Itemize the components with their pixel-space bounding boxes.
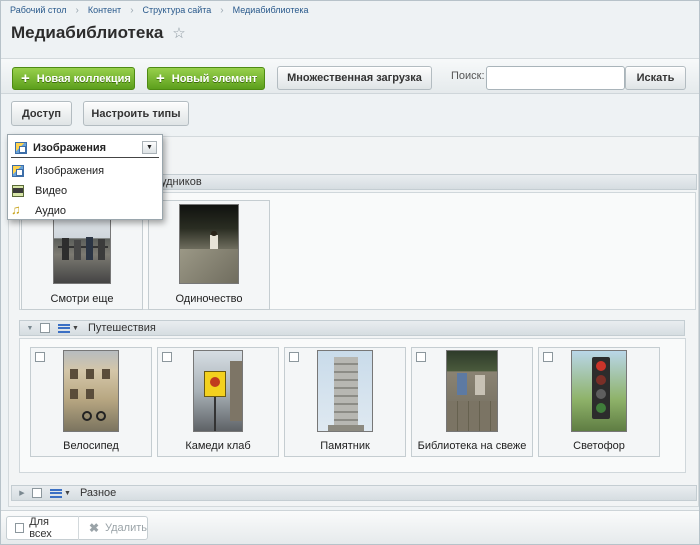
collection-checkbox[interactable] (32, 488, 42, 498)
media-item-label: Камеди клаб (185, 440, 251, 452)
media-item-label: Библиотека на свеже (417, 440, 527, 452)
item-checkbox[interactable] (35, 352, 45, 362)
search-label: Поиск: (451, 70, 485, 82)
star-icon[interactable]: ☆ (172, 24, 185, 42)
media-type-option-audio[interactable]: Аудио (11, 202, 67, 220)
list-view-icon[interactable] (50, 488, 62, 498)
secondary-toolbar: Доступ Настроить типы (1, 96, 699, 130)
media-library-window: Рабочий стол › Контент › Структура сайта… (0, 0, 700, 545)
access-label: Доступ (21, 107, 62, 120)
option-label: Изображения (35, 165, 105, 177)
breadcrumb-site-structure[interactable]: Структура сайта (143, 5, 212, 15)
traffic-light-photo (571, 350, 627, 432)
footer-toolbar: Для всех ✖ Удалить (1, 510, 699, 544)
item-checkbox[interactable] (162, 352, 172, 362)
breadcrumb-content[interactable]: Контент (88, 5, 121, 15)
media-item-card[interactable]: Одиночество (148, 200, 270, 310)
breadcrumb-desktop[interactable]: Рабочий стол (10, 5, 67, 15)
media-item-card[interactable]: Библиотека на свеже (411, 347, 533, 457)
page-title: Медиабиблиотека (11, 23, 164, 42)
media-item-label: Велосипед (63, 440, 119, 452)
person-on-rock-photo (179, 204, 239, 284)
new-element-label: Новый элемент (171, 72, 258, 85)
plus-icon: + (156, 70, 165, 87)
audio-icon (11, 202, 24, 217)
access-button[interactable]: Доступ (11, 101, 72, 126)
media-type-select[interactable]: Изображения ▼ (11, 138, 159, 158)
media-item-label: Смотри еще (50, 293, 114, 305)
monument-photo (317, 350, 373, 432)
media-item-card[interactable]: Камеди клаб (157, 347, 279, 457)
configure-types-label: Настроить типы (91, 107, 181, 120)
wall-people-photo (446, 350, 498, 432)
option-label: Аудио (35, 205, 67, 217)
breadcrumb-separator-icon: › (75, 4, 79, 16)
collection-title: Разное (79, 487, 117, 499)
configure-types-button[interactable]: Настроить типы (83, 101, 189, 126)
collection-checkbox[interactable] (40, 323, 50, 333)
for-all-checkbox[interactable] (15, 523, 25, 533)
breadcrumb: Рабочий стол › Контент › Структура сайта… (10, 3, 309, 17)
media-item-card[interactable]: Светофор (538, 347, 660, 457)
search-button-label: Искать (636, 72, 675, 84)
main-toolbar: + Новая коллекция + Новый элемент Множес… (1, 58, 699, 94)
search-button[interactable]: Искать (625, 66, 686, 90)
title-row: Медиабиблиотека ☆ (11, 23, 186, 43)
for-all-label: Для всех (29, 516, 52, 540)
chevron-down-icon[interactable]: ▼ (72, 325, 79, 332)
media-item-card[interactable]: Велосипед (30, 347, 152, 457)
chevron-down-icon[interactable]: ▼ (142, 141, 157, 154)
media-type-option-video[interactable]: Видео (12, 182, 67, 200)
item-checkbox[interactable] (289, 352, 299, 362)
option-label: Видео (35, 185, 68, 197)
collection-body: Велосипед Камеди клаб Памятник Библиотек… (19, 338, 686, 473)
breadcrumb-separator-icon: › (130, 4, 134, 16)
bicycle-building-photo (63, 350, 119, 432)
media-item-label: Светофор (573, 440, 625, 452)
breadcrumb-separator-icon: › (220, 4, 224, 16)
images-icon (12, 165, 24, 177)
multi-upload-button[interactable]: Множественная загрузка (277, 66, 432, 90)
item-checkbox[interactable] (543, 352, 553, 362)
media-type-selected: Изображения (33, 141, 107, 154)
media-type-option-images[interactable]: Изображения (12, 162, 104, 180)
collapse-arrow-icon[interactable]: ▼ (24, 325, 36, 332)
divider (78, 516, 79, 540)
new-element-button[interactable]: + Новый элемент (147, 67, 265, 90)
chevron-down-icon[interactable]: ▼ (64, 490, 71, 497)
new-collection-button[interactable]: + Новая коллекция (12, 67, 135, 90)
delete-button[interactable]: Удалить (105, 522, 147, 534)
media-item-label: Одиночество (175, 293, 243, 305)
group-actions: Для всех ✖ Удалить (6, 516, 148, 540)
plus-icon: + (21, 70, 30, 87)
street-sign-photo (193, 350, 243, 432)
item-checkbox[interactable] (416, 352, 426, 362)
expand-arrow-icon[interactable]: ▶ (16, 489, 28, 497)
breadcrumb-media-library[interactable]: Медиабиблиотека (233, 5, 309, 15)
collection-header[interactable]: ▶ ▼ Разное (11, 485, 697, 501)
media-item-label: Памятник (320, 440, 370, 452)
list-view-icon[interactable] (58, 323, 70, 333)
delete-icon[interactable]: ✖ (89, 521, 99, 535)
media-item-card[interactable]: Памятник (284, 347, 406, 457)
collection-title: Путешествия (87, 322, 156, 334)
new-collection-label: Новая коллекция (36, 72, 131, 85)
images-icon (15, 141, 27, 154)
search-input[interactable] (486, 66, 625, 90)
media-type-dropdown[interactable]: Изображения ▼ Изображения Видео Аудио (7, 134, 163, 220)
multi-upload-label: Множественная загрузка (287, 72, 422, 84)
video-icon (12, 185, 24, 197)
collection-header[interactable]: ▼ ▼ Путешествия (19, 320, 685, 336)
